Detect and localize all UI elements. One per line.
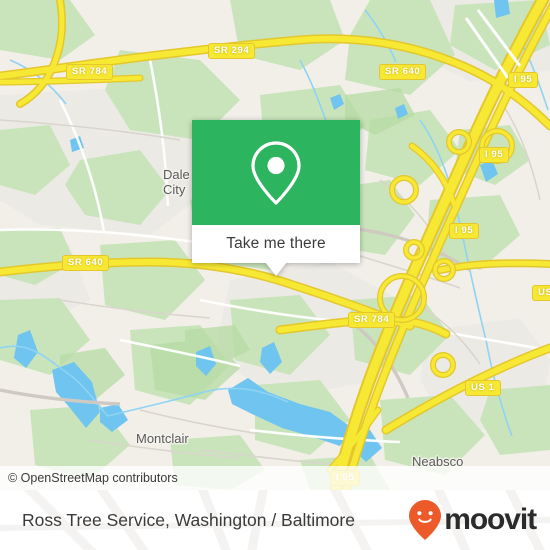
moovit-smiley-pin-icon xyxy=(409,500,442,540)
road-shield-sr-640-ne: SR 640 xyxy=(379,64,427,80)
road-shield-sr-784-nw: SR 784 xyxy=(66,64,114,80)
callout-footer[interactable]: Take me there xyxy=(192,225,360,263)
callout-tail-pointer xyxy=(265,262,287,276)
callout-header xyxy=(192,120,360,225)
location-callout-card[interactable]: Take me there xyxy=(192,120,360,276)
moovit-brand-logo[interactable]: moovit xyxy=(408,490,537,550)
road-shield-sr-294: SR 294 xyxy=(208,43,256,59)
map-attribution-bar: © OpenStreetMap contributors xyxy=(0,466,550,490)
place-label-montclair: Montclair xyxy=(136,431,189,446)
road-shield-i-95-ne: I 95 xyxy=(508,72,539,88)
map-canvas[interactable]: Dale City Montclair Neabsco SR 294 SR 78… xyxy=(0,0,550,490)
footer-place-title: Ross Tree Service, Washington / Baltimor… xyxy=(22,509,355,530)
road-shield-us-1-east: US 1 xyxy=(532,285,550,301)
location-pin-icon xyxy=(251,140,301,205)
road-shield-us-1-se: US 1 xyxy=(465,380,501,396)
page-footer: Ross Tree Service, Washington / Baltimor… xyxy=(0,490,550,550)
take-me-there-label: Take me there xyxy=(226,235,326,252)
road-shield-sr-640-w: SR 640 xyxy=(62,255,110,271)
road-shield-sr-784-s: SR 784 xyxy=(348,312,396,328)
moovit-wordmark: moovit xyxy=(444,503,537,536)
attribution-text: © OpenStreetMap contributors xyxy=(8,471,178,485)
road-shield-i-95-mid: I 95 xyxy=(449,223,480,239)
moovit-map-page: Dale City Montclair Neabsco SR 294 SR 78… xyxy=(0,0,550,550)
road-shield-i-95-east: I 95 xyxy=(479,147,510,163)
place-label-dale-city: Dale City xyxy=(163,167,190,197)
